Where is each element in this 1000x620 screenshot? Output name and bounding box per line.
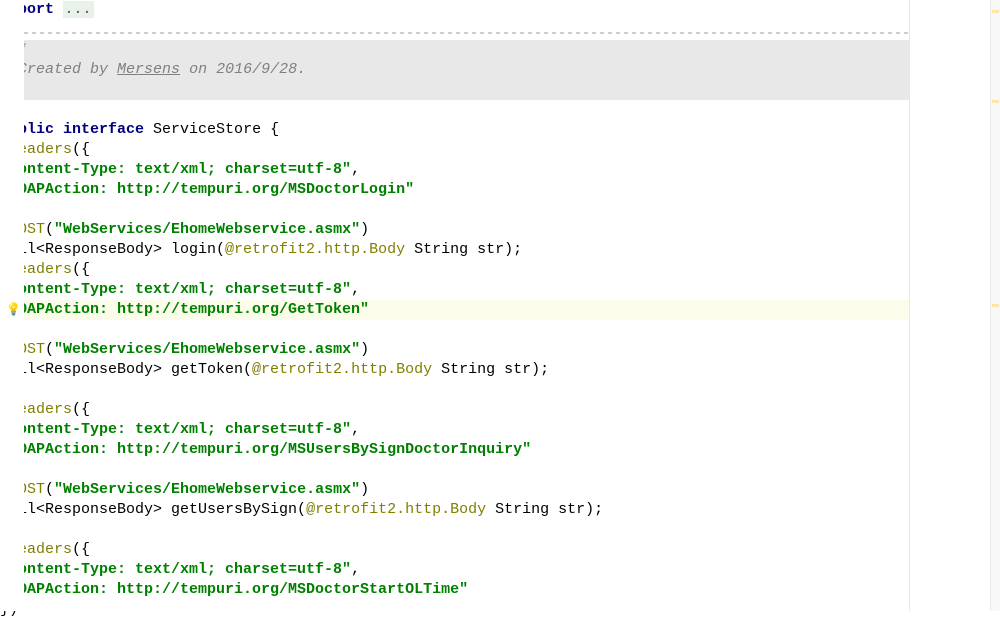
code-line-caret[interactable]: "SOAPAction: http://tempuri.org/GetToken… [0,300,909,320]
right-margin-guide [909,0,910,611]
string-content-type: "Content-Type: text/xml; charset=utf-8" [0,561,351,578]
paren: ) [360,221,369,238]
brace: ({ [72,401,90,418]
folded-region-tear [0,32,909,34]
brace: ({ [72,141,90,158]
call-type: Call<ResponseBody> [0,361,171,378]
code-line[interactable]: public interface ServiceStore { [0,120,1000,140]
code-line[interactable] [0,380,1000,400]
code-line[interactable]: @POST("WebServices/EhomeWebservice.asmx"… [0,340,1000,360]
string-content-type: "Content-Type: text/xml; charset=utf-8" [0,281,351,298]
editor-gutter[interactable]: 💡 [0,0,24,611]
annotation-body: @retrofit2.http.Body [252,361,432,378]
intention-bulb-icon[interactable]: 💡 [6,302,21,317]
paren: ) [360,481,369,498]
code-line[interactable]: @POST("WebServices/EhomeWebservice.asmx"… [0,220,1000,240]
code-line[interactable]: /** [0,40,909,60]
code-line[interactable]: "Content-Type: text/xml; charset=utf-8", [0,420,1000,440]
text [54,121,63,138]
code-line[interactable]: */ [0,80,909,100]
fold-placeholder[interactable]: ... [63,1,94,18]
type-name: ServiceStore { [144,121,279,138]
code-line[interactable]: "SOAPAction: http://tempuri.org/MSUsersB… [0,440,1000,460]
method-name: getUsersBySign( [171,501,306,518]
comma: , [351,161,360,178]
paren: ( [45,341,54,358]
string-url: "WebServices/EhomeWebservice.asmx" [54,221,360,238]
string-content-type: "Content-Type: text/xml; charset=utf-8" [0,161,351,178]
stripe-marker[interactable] [992,304,999,307]
method-name: login( [171,241,225,258]
call-type: Call<ResponseBody> [0,241,171,258]
string-content-type: "Content-Type: text/xml; charset=utf-8" [0,421,351,438]
paren: ( [45,221,54,238]
stripe-marker[interactable] [992,10,999,13]
paren: ( [45,481,54,498]
param: String str); [405,241,522,258]
brace: ({ [72,261,90,278]
code-line[interactable]: }) [0,460,1000,480]
code-line[interactable]: "SOAPAction: http://tempuri.org/MSDoctor… [0,180,1000,200]
error-stripe-track[interactable] [990,0,1000,611]
brace: ({ [72,541,90,558]
code-line[interactable]: @Headers({ [0,400,1000,420]
javadoc-text: Created by [18,61,117,78]
code-line[interactable]: Call<ResponseBody> login(@retrofit2.http… [0,240,1000,260]
param: String str); [432,361,549,378]
code-line[interactable]: @Headers({ [0,540,1000,560]
comma: , [351,281,360,298]
string-url: "WebServices/EhomeWebservice.asmx" [54,341,360,358]
code-line[interactable]: @POST("WebServices/EhomeWebservice.asmx"… [0,480,1000,500]
string-soapaction: "SOAPAction: http://tempuri.org/MSDoctor… [0,581,468,598]
code-line[interactable]: "Content-Type: text/xml; charset=utf-8", [0,560,1000,580]
keyword-interface: interface [63,121,144,138]
method-name: getToken( [171,361,252,378]
string-url: "WebServices/EhomeWebservice.asmx" [54,481,360,498]
code-line[interactable]: }) [0,320,1000,340]
stripe-marker[interactable] [992,100,999,103]
code-line[interactable]: }) [0,200,1000,220]
annotation-body: @retrofit2.http.Body [225,241,405,258]
code-line[interactable]: import ... [0,0,1000,20]
code-line[interactable] [0,100,1000,120]
code-line[interactable]: * Created by Mersens on 2016/9/28. [0,60,909,80]
code-line[interactable]: }) [0,600,1000,620]
string-soapaction: "SOAPAction: http://tempuri.org/MSDoctor… [0,181,414,198]
comma: , [351,421,360,438]
string-soapaction: "SOAPAction: http://tempuri.org/MSUsersB… [0,441,531,458]
code-line[interactable]: "Content-Type: text/xml; charset=utf-8", [0,280,1000,300]
param: String str); [486,501,603,518]
call-type: Call<ResponseBody> [0,501,171,518]
paren: ) [360,341,369,358]
code-line[interactable] [0,520,1000,540]
comma: , [351,561,360,578]
text [54,1,63,18]
code-line[interactable] [0,20,1000,40]
code-line[interactable]: @Headers({ [0,140,1000,160]
code-line[interactable]: @Headers({ [0,260,1000,280]
javadoc-author-link[interactable]: Mersens [117,61,180,78]
code-line[interactable]: "Content-Type: text/xml; charset=utf-8", [0,160,1000,180]
string-soapaction: "SOAPAction: http://tempuri.org/GetToken… [0,301,369,318]
code-editor-area[interactable]: import ... /** * Created by Mersens on 2… [0,0,1000,620]
code-line[interactable]: Call<ResponseBody> getToken(@retrofit2.h… [0,360,1000,380]
javadoc-text: on 2016/9/28. [180,61,306,78]
annotation-body: @retrofit2.http.Body [306,501,486,518]
code-line[interactable]: "SOAPAction: http://tempuri.org/MSDoctor… [0,580,1000,600]
code-line[interactable]: Call<ResponseBody> getUsersBySign(@retro… [0,500,1000,520]
